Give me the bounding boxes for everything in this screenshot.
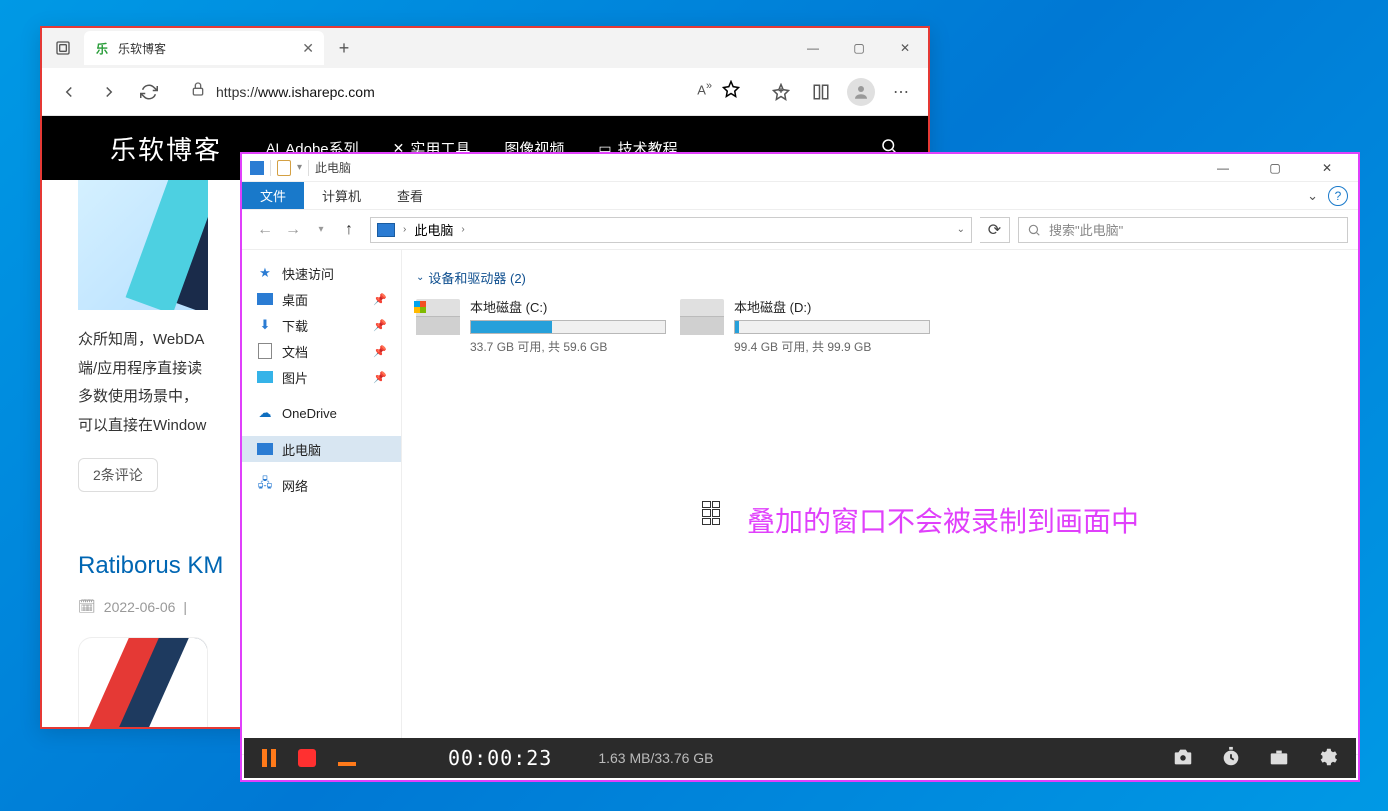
annotation-marker-icon [702,501,720,525]
site-logo[interactable]: 乐软博客 [110,130,222,167]
browser-tab[interactable]: 乐 乐软博客 ✕ [84,31,324,65]
help-icon[interactable]: ? [1328,186,1348,206]
profile-button[interactable] [844,75,878,109]
site-info-icon[interactable] [190,81,206,102]
address-bar[interactable]: https://www.isharepc.com A» [178,75,752,109]
sidebar-onedrive[interactable]: ☁OneDrive [242,400,401,426]
recent-dropdown-icon[interactable]: ▾ [308,217,334,243]
calendar-icon: 🗓 [78,598,96,615]
article-thumbnail[interactable] [78,180,208,310]
pin-icon: 📌 [373,345,387,358]
annotation-text: 叠加的窗口不会被录制到画面中 [747,500,1139,540]
explorer-titlebar: ▾ 此电脑 — ▢ ✕ [242,154,1358,182]
screenshot-icon[interactable] [1172,746,1194,771]
pc-icon [377,223,395,237]
ribbon-view-tab[interactable]: 查看 [379,182,441,209]
comment-count-button[interactable]: 2条评论 [78,458,158,492]
drive-label: 本地磁盘 (C:) [470,297,666,316]
qat-dropdown-icon[interactable]: ▾ [297,162,302,173]
address-row: ← → ▾ ↑ › 此电脑 › ⌄ ⟳ 搜索"此电脑" [242,210,1358,250]
explorer-window: ▾ 此电脑 — ▢ ✕ 文件 计算机 查看 ⌄ ? ← → ▾ ↑ › 此电脑 … [240,152,1360,782]
favorites-bar-icon[interactable] [764,75,798,109]
new-tab-button[interactable]: + [330,34,358,62]
tab-title: 乐软博客 [118,40,166,57]
browser-toolbar: https://www.isharepc.com A» ⋯ [42,68,928,116]
article-date: 2022-06-06 [104,599,176,615]
workspaces-icon[interactable] [48,33,78,63]
timer-icon[interactable] [1220,746,1242,771]
path-box[interactable]: › 此电脑 › ⌄ [370,217,972,243]
maximize-button[interactable]: ▢ [836,31,882,65]
back-button[interactable]: ← [252,217,278,243]
url-text: https://www.isharepc.com [216,84,375,100]
stop-button[interactable] [298,749,316,767]
ribbon-expand-icon[interactable]: ⌄ [1307,188,1318,204]
pin-icon: 📌 [373,293,387,306]
drive-c[interactable]: 本地磁盘 (C:) 33.7 GB 可用, 共 59.6 GB [416,297,666,355]
recording-size: 1.63 MB/33.76 GB [598,750,713,766]
explorer-body: ★快速访问 桌面📌 ⬇下载📌 文档📌 图片📌 ☁OneDrive 此电脑 🖧网络… [242,250,1358,754]
tab-strip: 乐 乐软博客 ✕ + — ▢ ✕ [42,28,928,68]
window-controls: — ▢ ✕ [790,31,928,65]
drive-stats: 33.7 GB 可用, 共 59.6 GB [470,338,666,355]
refresh-button[interactable] [132,75,166,109]
article-thumbnail-2[interactable] [78,637,208,727]
favicon-icon: 乐 [94,40,110,56]
window-title: 此电脑 [315,159,351,176]
close-button[interactable]: ✕ [882,31,928,65]
back-button[interactable] [52,75,86,109]
close-tab-icon[interactable]: ✕ [302,40,314,57]
drive-label: 本地磁盘 (D:) [734,297,930,316]
thispc-icon [250,161,264,175]
recording-time: 00:00:23 [448,746,552,770]
reader-mode-icon[interactable]: A» [697,80,712,103]
menu-button[interactable]: ⋯ [884,75,918,109]
favorites-icon[interactable] [722,80,740,103]
drive-icon [680,299,724,335]
sidebar-documents[interactable]: 文档📌 [242,338,401,364]
minimize-button[interactable]: — [1200,155,1246,181]
group-header[interactable]: ⌄设备和驱动器 (2) [416,268,1344,287]
sidebar-this-pc[interactable]: 此电脑 [242,436,401,462]
path-dropdown-icon[interactable]: ⌄ [957,224,965,235]
drive-usage-bar [734,320,930,334]
ribbon: 文件 计算机 查看 ⌄ ? [242,182,1358,210]
drive-d[interactable]: 本地磁盘 (D:) 99.4 GB 可用, 共 99.9 GB [680,297,930,355]
pause-button[interactable] [262,749,276,767]
forward-button[interactable] [92,75,126,109]
collections-icon[interactable] [804,75,838,109]
pin-icon: 📌 [373,319,387,332]
sidebar-desktop[interactable]: 桌面📌 [242,286,401,312]
close-button[interactable]: ✕ [1304,155,1350,181]
sidebar-network[interactable]: 🖧网络 [242,472,401,498]
sidebar-downloads[interactable]: ⬇下载📌 [242,312,401,338]
pin-icon: 📌 [373,371,387,384]
minimize-button[interactable]: — [790,31,836,65]
search-placeholder: 搜索"此电脑" [1049,220,1123,239]
forward-button[interactable]: → [280,217,306,243]
toolbox-icon[interactable] [1268,746,1290,771]
path-segment[interactable]: 此电脑 [414,220,453,239]
main-pane: ⌄设备和驱动器 (2) 本地磁盘 (C:) 33.7 GB 可用, 共 59.6… [402,250,1358,754]
drive-usage-bar [470,320,666,334]
maximize-button[interactable]: ▢ [1252,155,1298,181]
search-box[interactable]: 搜索"此电脑" [1018,217,1348,243]
doc-icon [277,160,291,176]
refresh-button[interactable]: ⟳ [980,217,1010,243]
ribbon-computer-tab[interactable]: 计算机 [304,182,379,209]
drive-stats: 99.4 GB 可用, 共 99.9 GB [734,338,930,355]
sidebar-quick-access[interactable]: ★快速访问 [242,260,401,286]
sidebar: ★快速访问 桌面📌 ⬇下载📌 文档📌 图片📌 ☁OneDrive 此电脑 🖧网络 [242,250,402,754]
ribbon-file-tab[interactable]: 文件 [242,182,304,209]
drive-icon [416,299,460,335]
settings-icon[interactable] [1316,746,1338,771]
minimize-recorder-button[interactable] [338,762,356,766]
sidebar-pictures[interactable]: 图片📌 [242,364,401,390]
recorder-bar: 00:00:23 1.63 MB/33.76 GB [244,738,1356,778]
up-button[interactable]: ↑ [336,217,362,243]
